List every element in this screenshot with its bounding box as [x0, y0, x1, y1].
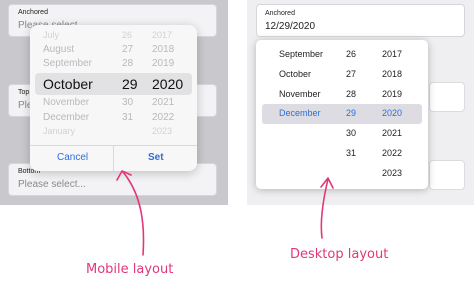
year-option: 2017 [382, 49, 403, 59]
screenshot-stage: Anchored Please select... Top Please sel… [0, 0, 474, 284]
date-wheel[interactable]: July 26 2017 August 27 2018 September 28… [30, 25, 197, 145]
actions-divider [113, 146, 114, 171]
wheel-row[interactable]: January 2023 [30, 126, 197, 141]
bottom-field-partial[interactable] [429, 160, 465, 190]
mobile-screen: Anchored Please select... Top Please sel… [0, 0, 228, 205]
wheel-year: 2023 [152, 126, 173, 136]
mobile-layout-caption: Mobile layout [86, 262, 174, 277]
wheel-year: 2018 [152, 44, 175, 55]
year-option: 2022 [382, 148, 403, 158]
selected-day-option: 29 [346, 108, 357, 118]
month-option: November [279, 89, 321, 99]
anchored-label: Anchored [18, 9, 48, 16]
mobile-date-picker: July 26 2017 August 27 2018 September 28… [30, 25, 197, 171]
month-option: October [279, 69, 312, 79]
dropdown-row[interactable]: 30 2021 [256, 124, 428, 144]
wheel-year: 2021 [152, 97, 175, 108]
anchored-date-field[interactable]: Anchored 12/29/2020 [256, 4, 465, 37]
wheel-row[interactable]: November 30 2021 [30, 97, 197, 112]
wheel-day: 26 [122, 30, 133, 40]
wheel-month: November [43, 97, 90, 108]
wheel-month: July [43, 30, 60, 40]
anchored-label: Anchored [265, 10, 295, 17]
wheel-year: 2022 [152, 112, 175, 123]
top-label: Top [18, 89, 30, 96]
top-field-partial[interactable] [429, 82, 465, 112]
bottom-placeholder: Please select... [18, 179, 86, 190]
wheel-month: January [43, 126, 76, 136]
wheel-row[interactable]: August 27 2018 [30, 44, 197, 59]
day-option: 27 [346, 69, 357, 79]
desktop-screen: Anchored 12/29/2020 September 26 2017 Oc… [247, 0, 474, 205]
wheel-row[interactable]: September 28 2019 [30, 58, 197, 73]
anchored-value: 12/29/2020 [265, 21, 316, 32]
year-option: 2023 [382, 168, 403, 178]
year-option: 2018 [382, 69, 403, 79]
selected-year-option: 2020 [382, 108, 403, 118]
selected-month: October [43, 76, 93, 92]
wheel-row[interactable]: July 26 2017 [30, 30, 197, 45]
day-option: 31 [346, 148, 357, 158]
selected-year: 2020 [152, 76, 184, 92]
year-option: 2019 [382, 89, 403, 99]
wheel-day: 30 [122, 97, 134, 108]
wheel-year: 2019 [152, 58, 175, 69]
wheel-month: December [43, 112, 90, 123]
wheel-year: 2017 [152, 30, 173, 40]
picker-actions: Cancel Set [30, 145, 197, 171]
day-option: 26 [346, 49, 357, 59]
desktop-layout-caption: Desktop layout [290, 247, 389, 262]
set-button[interactable]: Set [148, 152, 164, 163]
month-option: September [279, 49, 324, 59]
dropdown-selected-row[interactable]: December 29 2020 [262, 104, 422, 124]
wheel-day: 28 [122, 58, 134, 69]
day-option: 30 [346, 128, 357, 138]
year-option: 2021 [382, 128, 403, 138]
dropdown-row[interactable]: 2023 [256, 164, 428, 184]
wheel-day: 31 [122, 112, 134, 123]
selected-day: 29 [122, 76, 138, 92]
wheel-selected-row[interactable]: October 29 2020 [35, 73, 192, 95]
cancel-button[interactable]: Cancel [57, 152, 88, 163]
dropdown-row[interactable]: November 28 2019 [256, 85, 428, 105]
dropdown-row[interactable]: September 26 2017 [256, 45, 428, 65]
dropdown-row[interactable]: October 27 2018 [256, 65, 428, 85]
wheel-month: September [43, 58, 92, 69]
day-option: 28 [346, 89, 357, 99]
selected-month-option: December [279, 108, 321, 118]
wheel-month: August [43, 44, 75, 55]
wheel-day: 27 [122, 44, 134, 55]
desktop-date-dropdown: September 26 2017 October 27 2018 Novemb… [256, 40, 428, 189]
dropdown-row[interactable]: 31 2022 [256, 144, 428, 164]
wheel-row[interactable]: December 31 2022 [30, 112, 197, 127]
